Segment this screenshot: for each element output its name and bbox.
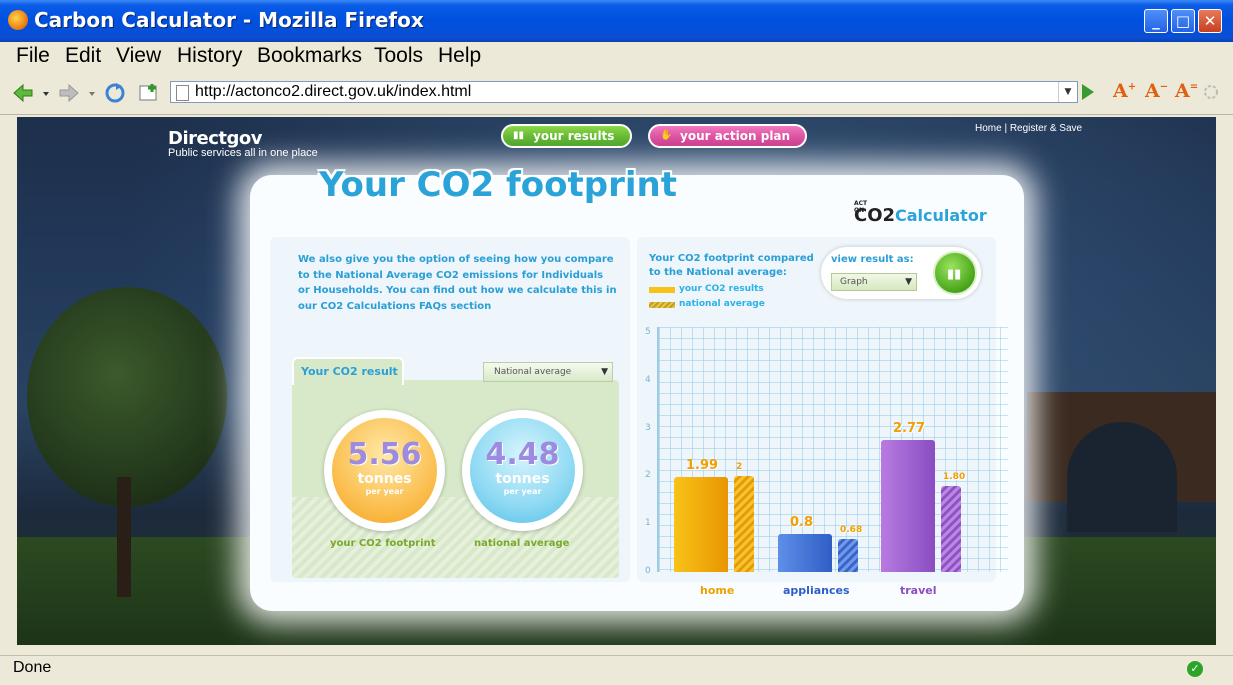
reload-icon[interactable] (104, 82, 126, 104)
national-average-circle: 4.48 tonnes per year (462, 410, 583, 531)
back-arrow-icon[interactable] (12, 82, 34, 104)
y-tick-label: 2 (645, 470, 651, 481)
view-result-as-box: view result as: Graph ▼ ▮▮ (821, 247, 981, 299)
close-button[interactable]: ✕ (1198, 9, 1222, 33)
status-text: Done (13, 659, 52, 676)
security-ok-icon: ✓ (1187, 661, 1203, 677)
your-results-button[interactable]: ▮▮ your results (501, 124, 632, 148)
bar-national-travel (941, 485, 961, 572)
background-tree (27, 287, 227, 507)
category-label-travel: travel (900, 584, 937, 597)
bar-national-home (734, 476, 754, 572)
menu-help[interactable]: Help (438, 44, 481, 68)
intro-text: We also give you the option of seeing ho… (298, 254, 617, 312)
menu-edit[interactable]: Edit (65, 44, 101, 68)
national-average-label: national average (474, 538, 570, 549)
page-icon (176, 85, 189, 101)
data-label-national-travel: 1.80 (943, 471, 966, 482)
directgov-logo[interactable]: Directgov Public services all in one pla… (168, 128, 318, 159)
font-reset-icon[interactable]: A= (1175, 80, 1198, 102)
menu-bar: File Edit View History Bookmarks Tools H… (0, 42, 1233, 72)
chevron-down-icon: ▼ (905, 277, 912, 287)
compare-title: Your CO2 footprint compared to the Natio… (649, 253, 814, 278)
bar-your-home (674, 476, 728, 572)
comparison-chart: 0 1 2 3 4 5 1.99 2 0.8 0.68 2.77 1.80 (637, 317, 1017, 607)
page-title: Your CO2 footprint (319, 165, 677, 205)
bar-chart-icon: ▮▮ (513, 130, 525, 141)
data-label-national-home: 2 (736, 462, 743, 473)
menu-history[interactable]: History (177, 44, 242, 68)
maximize-button[interactable]: □ (1171, 9, 1195, 33)
y-tick-label: 4 (645, 374, 651, 385)
throbber-icon (1204, 85, 1218, 99)
your-footprint-circle: 5.56 tonnes per year (324, 410, 445, 531)
menu-view[interactable]: View (116, 44, 161, 68)
data-label-your-travel: 2.77 (893, 420, 926, 436)
y-tick-label: 1 (645, 518, 651, 529)
url-dropdown-icon[interactable]: ▼ (1058, 82, 1077, 102)
firefox-icon (8, 10, 28, 30)
forward-dropdown-icon[interactable] (88, 82, 96, 104)
your-action-plan-button[interactable]: ✋ your action plan (648, 124, 807, 148)
font-decrease-icon[interactable]: A− (1145, 80, 1168, 102)
minimize-button[interactable]: _ (1144, 9, 1168, 33)
url-text[interactable]: http://actonco2.direct.gov.uk/index.html (195, 83, 471, 101)
graph-view-button[interactable]: ▮▮ (933, 251, 977, 295)
page-viewport: Directgov Public services all in one pla… (17, 117, 1216, 645)
bar-national-appliances (838, 539, 858, 572)
menu-tools[interactable]: Tools (374, 44, 423, 68)
menu-file[interactable]: File (16, 44, 50, 68)
status-bar: Done ✓ (0, 655, 1233, 685)
data-label-your-home: 1.99 (686, 457, 719, 473)
bar-chart-icon: ▮▮ (947, 267, 962, 282)
home-register-links[interactable]: Home | Register & Save (975, 123, 1082, 134)
tab-your-co2-result[interactable]: Your CO2 result (292, 357, 404, 385)
url-bar[interactable]: http://actonco2.direct.gov.uk/index.html… (170, 81, 1078, 103)
category-label-home: home (700, 584, 735, 597)
new-tab-icon[interactable] (138, 82, 160, 104)
background-bridge (1027, 392, 1216, 532)
y-tick-label: 5 (645, 327, 651, 337)
font-increase-icon[interactable]: A+ (1113, 80, 1136, 102)
data-label-national-appliances: 0.68 (840, 525, 863, 536)
menu-bookmarks[interactable]: Bookmarks (257, 44, 362, 68)
hand-icon: ✋ (660, 130, 673, 141)
chevron-down-icon: ▼ (601, 367, 608, 377)
data-label-your-appliances: 0.8 (790, 514, 814, 530)
category-label-appliances: appliances (783, 584, 850, 597)
view-result-select[interactable]: Graph ▼ (831, 273, 917, 291)
window-title: Carbon Calculator - Mozilla Firefox (34, 8, 424, 32)
bar-your-appliances (778, 533, 832, 572)
y-tick-label: 0 (645, 566, 651, 576)
bar-your-travel (881, 439, 935, 572)
y-tick-label: 3 (645, 422, 651, 433)
forward-arrow-icon[interactable] (58, 82, 80, 104)
go-icon[interactable] (1082, 84, 1094, 100)
back-dropdown-icon[interactable] (42, 82, 50, 104)
window-titlebar: Carbon Calculator - Mozilla Firefox _ □ … (0, 0, 1233, 42)
compare-select[interactable]: National average ▼ (483, 362, 613, 382)
your-footprint-label: your CO2 footprint (330, 538, 436, 549)
